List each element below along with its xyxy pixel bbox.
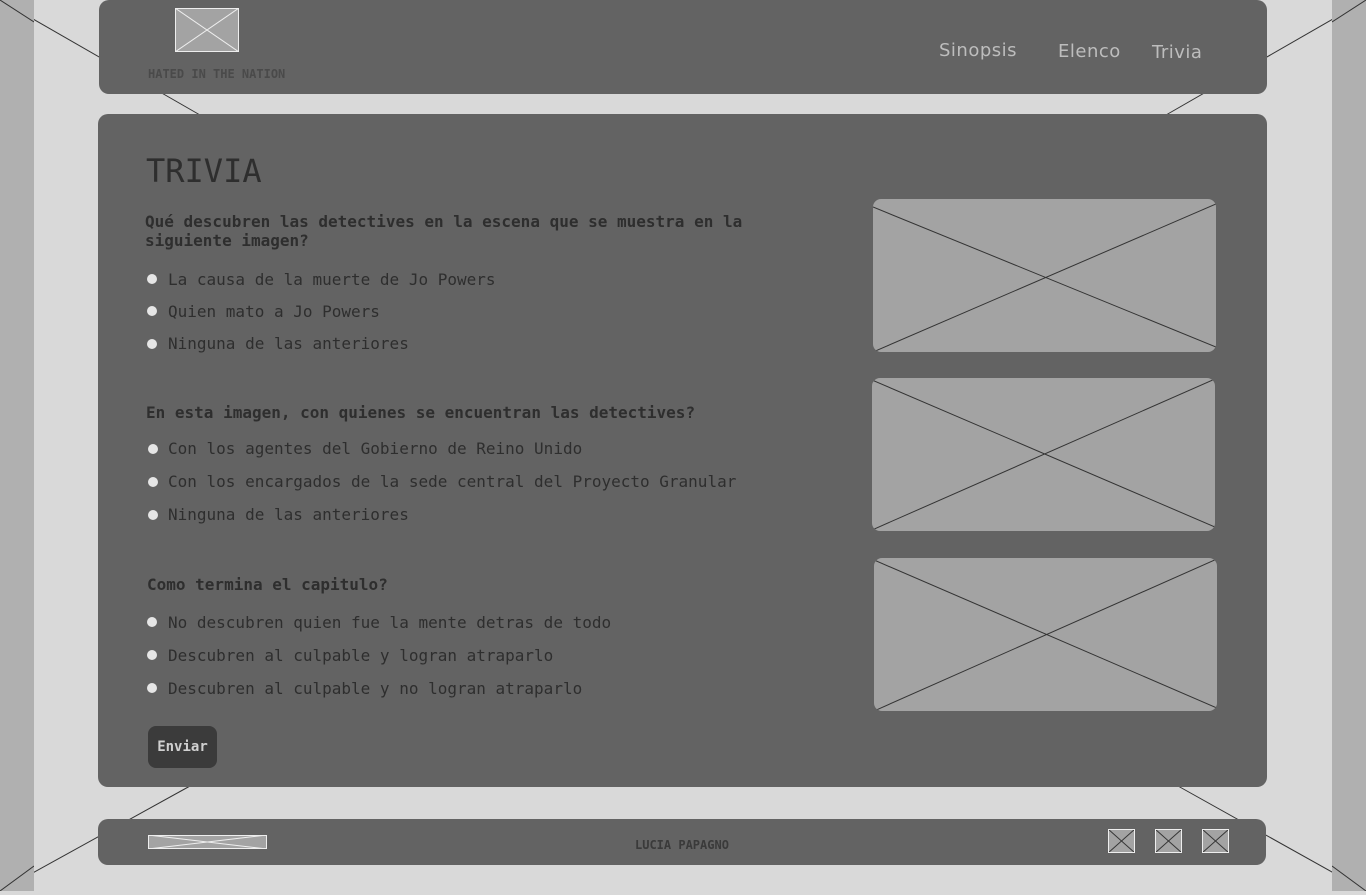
question-3-image-placeholder-icon <box>874 558 1217 711</box>
question-3-option-1-label[interactable]: No descubren quien fue la mente detras d… <box>168 613 611 632</box>
footer-logo-placeholder-icon <box>148 835 267 849</box>
question-1-option-2-label[interactable]: Quien mato a Jo Powers <box>168 302 380 321</box>
footer: LUCIA PAPAGNO <box>98 819 1266 865</box>
question-3-option-3-label[interactable]: Descubren al culpable y no logran atrapa… <box>168 679 582 698</box>
page-title: TRIVIA <box>146 152 262 190</box>
question-2-option-2-radio[interactable] <box>148 477 158 487</box>
social-icon-2[interactable] <box>1155 829 1182 853</box>
nav-link-elenco[interactable]: Elenco <box>1058 41 1121 62</box>
brand-name: HATED IN THE NATION <box>148 67 286 81</box>
question-2-text: En esta imagen, con quienes se encuentra… <box>146 403 696 422</box>
question-1-option-1-radio[interactable] <box>147 274 157 284</box>
question-1-option-3-radio[interactable] <box>147 339 157 349</box>
question-1-option-3-label[interactable]: Ninguna de las anteriores <box>168 334 409 353</box>
question-3-option-2-radio[interactable] <box>147 650 157 660</box>
submit-button[interactable]: Enviar <box>148 726 217 768</box>
question-2-option-3-label[interactable]: Ninguna de las anteriores <box>168 505 409 524</box>
logo-icon[interactable] <box>175 8 239 52</box>
question-1-text: Qué descubren las detectives en la escen… <box>145 212 743 250</box>
question-2-image-placeholder-icon <box>872 378 1215 531</box>
question-2-option-2-label[interactable]: Con los encargados de la sede central de… <box>168 472 736 491</box>
question-3-option-2-label[interactable]: Descubren al culpable y logran atraparlo <box>168 646 553 665</box>
question-3-option-1-radio[interactable] <box>147 617 157 627</box>
footer-author: LUCIA PAPAGNO <box>635 838 729 852</box>
right-sidebar-placeholder <box>1331 0 1366 892</box>
question-1-option-2-radio[interactable] <box>147 306 157 316</box>
question-2-option-1-radio[interactable] <box>148 444 158 454</box>
question-3-option-3-radio[interactable] <box>147 683 157 693</box>
nav-link-sinopsis[interactable]: Sinopsis <box>939 40 1017 61</box>
question-1-image-placeholder-icon <box>873 199 1216 352</box>
social-icon-1[interactable] <box>1108 829 1135 853</box>
left-sidebar-placeholder <box>0 0 35 892</box>
social-icon-3[interactable] <box>1202 829 1229 853</box>
question-2-option-3-radio[interactable] <box>148 510 158 520</box>
question-2-option-1-label[interactable]: Con los agentes del Gobierno de Reino Un… <box>168 439 582 458</box>
nav-link-trivia[interactable]: Trivia <box>1152 42 1202 63</box>
question-1-option-1-label[interactable]: La causa de la muerte de Jo Powers <box>168 270 496 289</box>
question-3-text: Como termina el capitulo? <box>147 575 388 594</box>
trivia-panel: TRIVIA Qué descubren las detectives en l… <box>98 114 1267 787</box>
header: HATED IN THE NATION Sinopsis Elenco Triv… <box>99 0 1267 94</box>
